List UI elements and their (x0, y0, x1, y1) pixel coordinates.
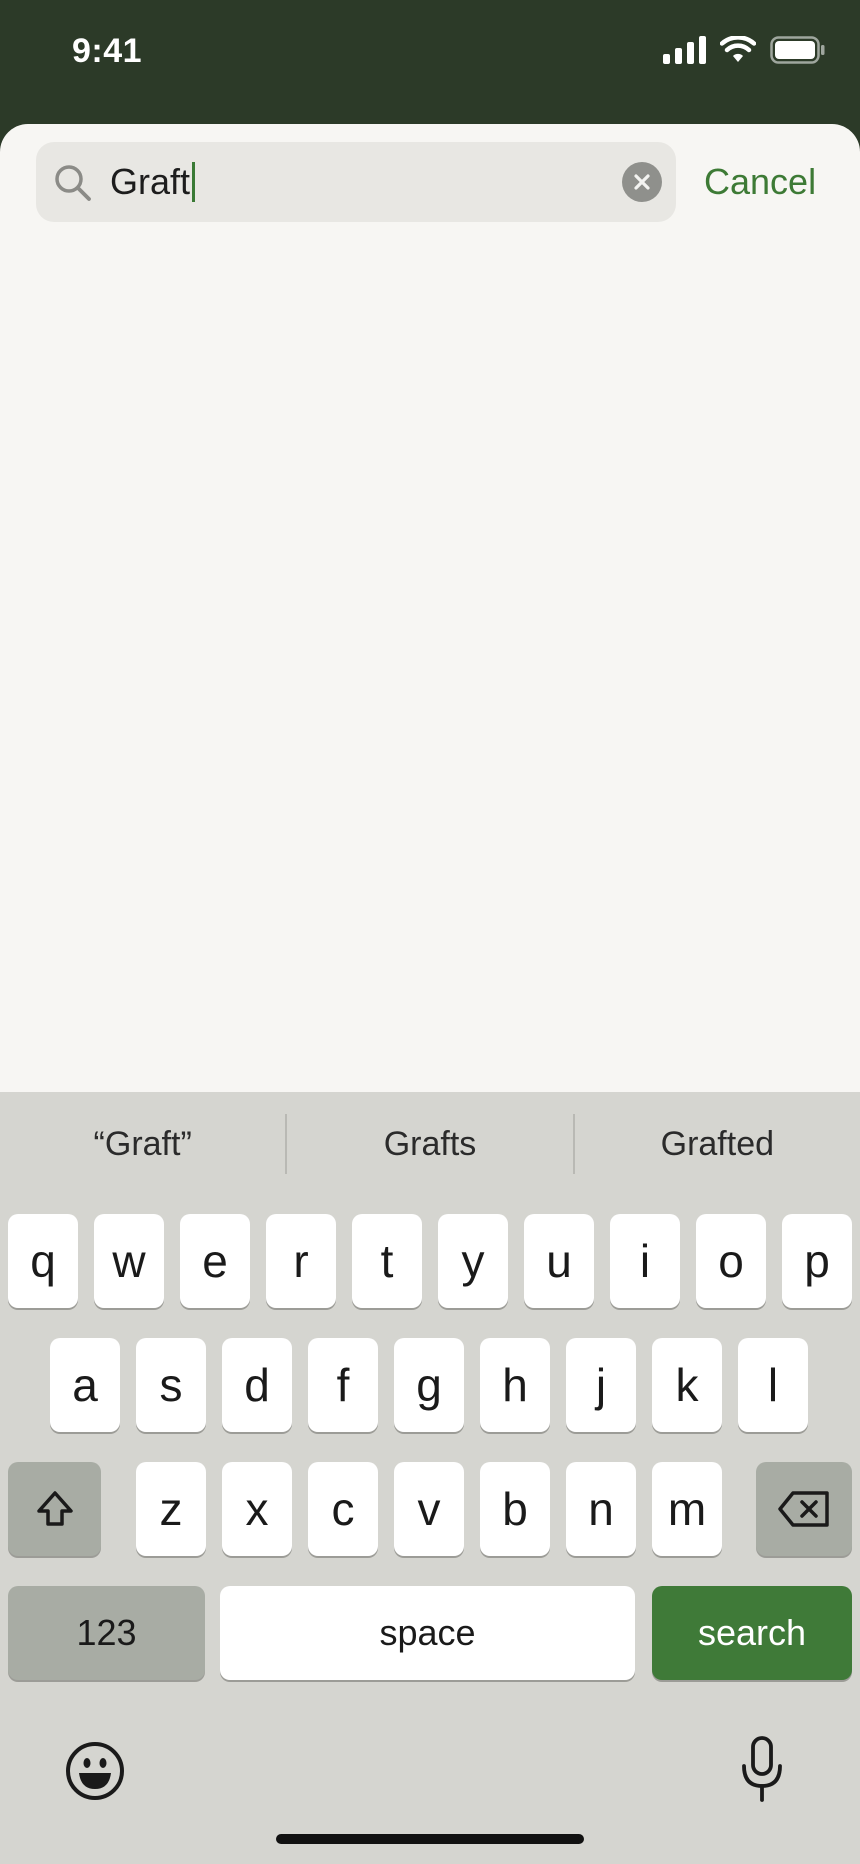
status-bar: 9:41 (0, 0, 860, 124)
key-j[interactable]: j (566, 1338, 636, 1432)
search-input[interactable]: Graft (110, 160, 196, 204)
space-key[interactable]: space (220, 1586, 635, 1680)
microphone-icon[interactable] (740, 1736, 784, 1804)
key-f[interactable]: f (308, 1338, 378, 1432)
key-m[interactable]: m (652, 1462, 722, 1556)
text-caret (192, 162, 196, 202)
shift-key[interactable] (8, 1462, 101, 1556)
key-c[interactable]: c (308, 1462, 378, 1556)
key-p[interactable]: p (782, 1214, 852, 1308)
key-b[interactable]: b (480, 1462, 550, 1556)
suggestion-item[interactable]: Grafts (287, 1114, 572, 1174)
wifi-icon (720, 36, 756, 62)
key-g[interactable]: g (394, 1338, 464, 1432)
key-a[interactable]: a (50, 1338, 120, 1432)
key-y[interactable]: y (438, 1214, 508, 1308)
status-icons (663, 36, 826, 64)
delete-key[interactable] (756, 1462, 852, 1556)
suggestion-bar: “Graft” Grafts Grafted (0, 1114, 860, 1174)
key-u[interactable]: u (524, 1214, 594, 1308)
status-time: 9:41 (72, 32, 143, 70)
battery-icon (770, 36, 825, 64)
key-l[interactable]: l (738, 1338, 808, 1432)
suggestion-item[interactable]: Grafted (575, 1114, 860, 1174)
home-indicator (276, 1834, 584, 1844)
key-d[interactable]: d (222, 1338, 292, 1432)
search-query: Graft (110, 161, 191, 202)
key-z[interactable]: z (136, 1462, 206, 1556)
cancel-button[interactable]: Cancel (704, 160, 816, 204)
key-r[interactable]: r (266, 1214, 336, 1308)
search-key[interactable]: search (652, 1586, 852, 1680)
key-v[interactable]: v (394, 1462, 464, 1556)
key-q[interactable]: q (8, 1214, 78, 1308)
emoji-icon[interactable] (64, 1740, 126, 1802)
numbers-key[interactable]: 123 (8, 1586, 205, 1680)
key-o[interactable]: o (696, 1214, 766, 1308)
key-t[interactable]: t (352, 1214, 422, 1308)
key-s[interactable]: s (136, 1338, 206, 1432)
key-e[interactable]: e (180, 1214, 250, 1308)
key-w[interactable]: w (94, 1214, 164, 1308)
key-n[interactable]: n (566, 1462, 636, 1556)
key-x[interactable]: x (222, 1462, 292, 1556)
keyboard: “Graft” Grafts Grafted q w e r t y u i o… (0, 1092, 860, 1864)
key-i[interactable]: i (610, 1214, 680, 1308)
key-k[interactable]: k (652, 1338, 722, 1432)
clear-button[interactable] (622, 162, 662, 202)
search-field[interactable]: Graft (36, 142, 676, 222)
search-icon (55, 165, 91, 201)
key-h[interactable]: h (480, 1338, 550, 1432)
suggestion-item[interactable]: “Graft” (0, 1114, 285, 1174)
shift-icon (36, 1491, 73, 1526)
clear-icon (634, 174, 650, 190)
signal-icon (663, 36, 706, 64)
delete-icon (778, 1491, 829, 1527)
